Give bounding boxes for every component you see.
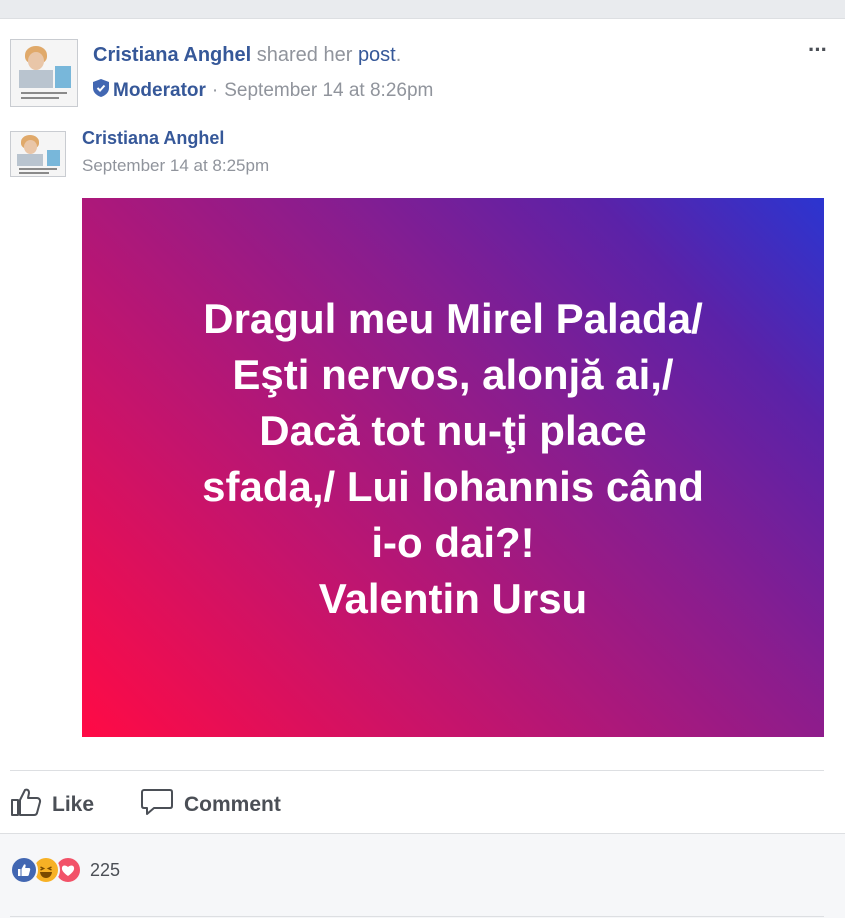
sharer-name[interactable]: Cristiana Anghel xyxy=(93,44,251,66)
sharer-avatar[interactable] xyxy=(10,39,78,107)
feed-post-card: Cristiana Anghel shared her post. Modera… xyxy=(0,18,845,918)
post-author-name[interactable]: Cristiana Anghel xyxy=(82,128,224,149)
comment-bubble-icon xyxy=(140,787,184,823)
like-thumb-icon xyxy=(10,787,52,823)
post-background-image[interactable]: Dragul meu Mirel Palada/ Eşti nervos, al… xyxy=(82,198,824,737)
post-text-line: i-o dai?! xyxy=(371,518,535,566)
moderator-shield-icon xyxy=(93,79,109,103)
actions-divider xyxy=(10,770,824,771)
like-label: Like xyxy=(52,793,95,816)
meta-separator: · xyxy=(211,80,219,101)
reactions-summary[interactable]: 225 xyxy=(10,856,120,884)
like-reaction-icon xyxy=(10,856,38,884)
reactions-bar: 225 xyxy=(0,833,845,918)
like-button[interactable]: Like xyxy=(10,787,94,823)
shared-text: shared her xyxy=(256,44,353,66)
share-meta-row: Moderator · September 14 at 8:26pm xyxy=(93,79,433,103)
shared-post-link[interactable]: post xyxy=(358,44,396,66)
post-text-line: sfada,/ Lui Iohannis când xyxy=(202,462,704,510)
post-text-line: Valentin Ursu xyxy=(318,574,588,622)
comment-button[interactable]: Comment xyxy=(140,787,281,823)
post-text-line: Eşti nervos, alonjă ai,/ xyxy=(232,350,674,398)
share-header-line: Cristiana Anghel shared her post. xyxy=(93,44,401,67)
bottom-divider xyxy=(10,916,824,917)
post-text: Dragul meu Mirel Palada/ Eşti nervos, al… xyxy=(133,291,773,627)
share-timestamp[interactable]: September 14 at 8:26pm xyxy=(224,80,433,102)
comment-label: Comment xyxy=(184,793,281,816)
moderator-badge[interactable]: Moderator xyxy=(113,80,206,102)
post-text-line: Dacă tot nu-ţi place xyxy=(259,406,647,454)
post-timestamp[interactable]: September 14 at 8:25pm xyxy=(82,156,269,176)
reaction-count[interactable]: 225 xyxy=(90,860,120,881)
author-avatar[interactable] xyxy=(10,131,66,177)
more-options-icon[interactable]: ··· xyxy=(808,37,828,63)
post-text-line: Dragul meu Mirel Palada/ xyxy=(203,294,703,342)
period: . xyxy=(395,44,402,66)
